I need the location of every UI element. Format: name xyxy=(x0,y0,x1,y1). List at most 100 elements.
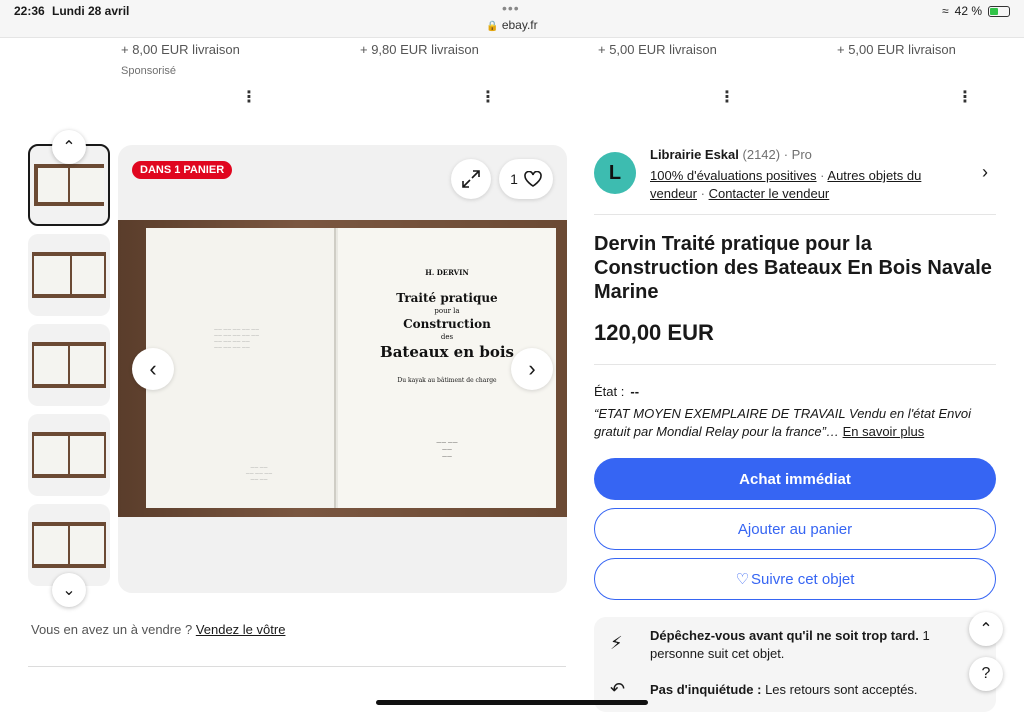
return-icon: ↶ xyxy=(610,679,626,699)
book-title-line1: Traité pratique xyxy=(396,291,498,305)
multitasking-dots-icon[interactable]: ••• xyxy=(502,0,520,16)
sell-yours-link[interactable]: Vendez le vôtre xyxy=(196,622,286,637)
thumbnails-up-button[interactable]: ⌃ xyxy=(52,130,86,164)
carousel-item[interactable]: + 9,80 EUR livraison xyxy=(360,42,580,57)
hurry-bold: Dépêchez-vous avant qu'il ne soit trop t… xyxy=(650,628,919,643)
thumbnail-page xyxy=(70,168,104,202)
seller-type: · Pro xyxy=(783,147,812,162)
listing-title: Dervin Traité pratique pour la Construct… xyxy=(594,233,992,303)
add-to-cart-label: Ajouter au panier xyxy=(737,520,853,538)
add-to-cart-button[interactable]: Ajouter au panier xyxy=(594,508,996,550)
battery-icon xyxy=(988,5,1010,17)
thumbnail-page xyxy=(38,168,68,202)
carousel-item[interactable]: + 8,00 EUR livraison Sponsorisé xyxy=(121,42,341,77)
sell-question: Vous en avez un à vendre ? xyxy=(31,622,193,637)
thumbnail-page xyxy=(72,256,104,294)
chevron-right-icon: › xyxy=(528,356,536,381)
book-left-notes: —— —— —— —— —— —— —— —— —— —— —— —— —— —— —… xyxy=(214,326,260,349)
condition-description: “ETAT MOYEN EXEMPLAIRE DE TRAVAIL Vendu … xyxy=(594,405,996,441)
info-box: ⚡︎ Dépêchez-vous avant qu'il ne soit tro… xyxy=(594,617,996,712)
condition-section: État : -- “ETAT MOYEN EXEMPLAIRE DE TRAVA… xyxy=(594,383,996,441)
divider xyxy=(594,364,996,365)
image-gallery: DANS 1 PANIER 1 —— —— —— —— —— —— —— —— —… xyxy=(118,145,567,593)
status-indicators: ≈ 42 % xyxy=(942,4,1010,18)
chevron-up-icon: ⌃ xyxy=(979,621,993,638)
book-photo: —— —— —— —— —— —— —— —— —— —— —— —— —— —— —… xyxy=(146,228,556,508)
sell-prompt: Vous en avez un à vendre ? Vendez le vôt… xyxy=(31,622,285,637)
book-title-line2: Construction xyxy=(403,317,491,331)
thumbnails-down-button[interactable]: ⌄ xyxy=(52,573,86,607)
buy-now-button[interactable]: Achat immédiat xyxy=(594,458,996,500)
hurry-message: Dépêchez-vous avant qu'il ne soit trop t… xyxy=(650,627,980,663)
wifi-icon: ≈ xyxy=(942,4,949,18)
home-indicator xyxy=(376,700,648,705)
book-left-footer: —— —— —— —— —— —— —— xyxy=(245,464,273,481)
heart-icon: ♡ xyxy=(735,571,750,588)
book-title-pour-la: pour la xyxy=(434,307,460,315)
fullscreen-button[interactable] xyxy=(451,159,491,199)
sponsored-carousel: + 8,00 EUR livraison Sponsorisé + 9,80 E… xyxy=(0,38,1024,118)
condition-label: État : xyxy=(594,384,625,399)
battery-percent: 42 % xyxy=(954,4,982,18)
sponsored-label: Sponsorisé xyxy=(121,65,177,77)
contact-seller-link[interactable]: Contacter le vendeur xyxy=(709,186,830,201)
heart-icon xyxy=(524,171,542,187)
book-publisher: —— —— —— —— xyxy=(436,440,458,460)
chevron-right-icon[interactable]: › xyxy=(982,162,988,183)
condition-value: -- xyxy=(630,384,640,399)
returns-message: Pas d'inquiétude : Les retours sont acce… xyxy=(650,681,980,699)
scroll-top-button[interactable]: ⌃ xyxy=(969,612,1003,646)
watch-item-button[interactable]: ♡ Suivre cet objet xyxy=(594,558,996,600)
watch-count: 1 xyxy=(510,171,518,187)
seller-feedback-link[interactable]: 100% d'évaluations positives xyxy=(650,168,817,183)
shipping-cost: + 5,00 EUR livraison xyxy=(837,42,956,57)
lock-icon: 🔒 xyxy=(486,21,499,32)
thumbnail-page xyxy=(34,256,70,294)
status-bar: 22:36 Lundi 28 avril ••• 🔒 ebay.fr ≈ 42 % xyxy=(0,0,1024,38)
book-left-page: —— —— —— —— —— —— —— —— —— —— —— —— —— —— —… xyxy=(146,228,336,508)
thumbnail-4[interactable] xyxy=(28,414,110,496)
seller-feedback-count: (2142) xyxy=(742,147,781,162)
next-image-button[interactable]: › xyxy=(511,348,553,390)
thumbnail-page xyxy=(34,526,68,564)
listing-price: 120,00 EUR xyxy=(594,320,714,345)
learn-more-link[interactable]: En savoir plus xyxy=(843,424,925,439)
shipping-cost: + 8,00 EUR livraison xyxy=(121,42,240,57)
lightning-icon: ⚡︎ xyxy=(610,633,623,653)
more-options-icon[interactable]: ⋮ xyxy=(241,90,257,106)
book-author: H. DERVIN xyxy=(425,268,469,277)
shipping-cost: + 9,80 EUR livraison xyxy=(360,42,479,57)
thumbnail-2[interactable] xyxy=(28,234,110,316)
chevron-left-icon: ‹ xyxy=(149,356,157,381)
help-icon: ? xyxy=(981,665,991,682)
expand-icon xyxy=(462,170,480,188)
thumbnail-list xyxy=(28,144,112,594)
thumbnail-page xyxy=(70,436,104,474)
watch-item-label: Suivre cet objet xyxy=(751,570,855,588)
status-date: Lundi 28 avril xyxy=(52,4,130,18)
more-options-icon[interactable]: ⋮ xyxy=(957,90,973,106)
address-bar[interactable]: 🔒 ebay.fr xyxy=(0,18,1024,32)
book-title-des: des xyxy=(440,333,454,341)
seller-name[interactable]: Librairie Eskal xyxy=(650,147,739,162)
help-button[interactable]: ? xyxy=(969,657,1003,691)
thumbnail-page xyxy=(34,436,68,474)
url-text: ebay.fr xyxy=(501,18,538,32)
status-time: 22:36 xyxy=(14,4,45,18)
thumbnail-3[interactable] xyxy=(28,324,110,406)
returns-rest: Les retours sont acceptés. xyxy=(765,682,918,697)
more-options-icon[interactable]: ⋮ xyxy=(480,90,496,106)
seller-info: Librairie Eskal (2142) · Pro 100% d'éval… xyxy=(650,147,922,201)
main-product-image[interactable]: —— —— —— —— —— —— —— —— —— —— —— —— —— —— —… xyxy=(118,220,567,517)
more-options-icon[interactable]: ⋮ xyxy=(719,90,735,106)
previous-image-button[interactable]: ‹ xyxy=(132,348,174,390)
thumbnail-page xyxy=(70,526,104,564)
thumbnail-page xyxy=(34,346,68,384)
carousel-item[interactable]: + 5,00 EUR livraison xyxy=(598,42,818,57)
carousel-item[interactable]: + 5,00 EUR livraison xyxy=(837,42,1024,57)
chevron-up-icon: ⌃ xyxy=(62,139,76,156)
thumbnail-page xyxy=(70,346,104,384)
returns-bold: Pas d'inquiétude : xyxy=(650,682,762,697)
watch-button[interactable]: 1 xyxy=(499,159,553,199)
buy-now-label: Achat immédiat xyxy=(739,470,851,488)
